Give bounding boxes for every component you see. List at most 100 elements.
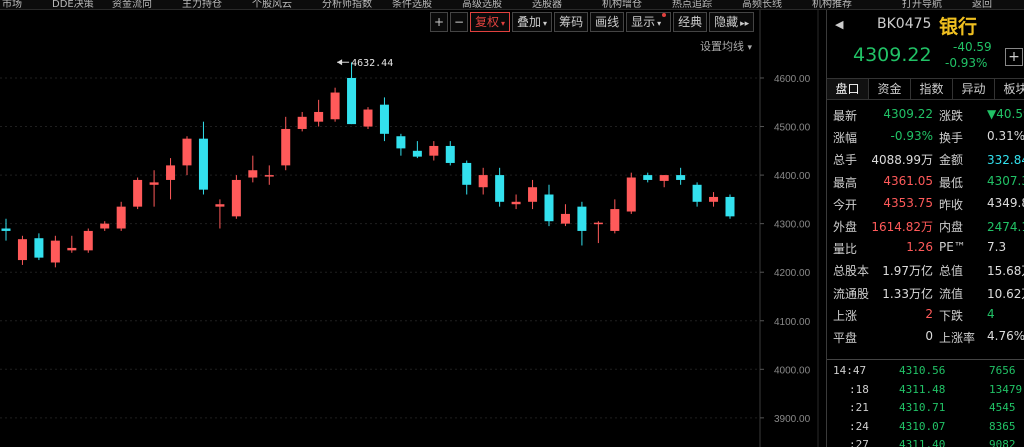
tick-price: 4311.40: [899, 438, 946, 447]
tab-movement[interactable]: 异动: [953, 79, 995, 99]
tab-index[interactable]: 指数: [911, 79, 953, 99]
field-label: 上涨率: [939, 331, 976, 345]
back-arrow-icon[interactable]: ◀: [835, 18, 843, 31]
field-value: ▼40.59: [987, 107, 1024, 121]
quote-field-row: 最新 4309.22 涨跌 ▼40.59: [827, 104, 1024, 126]
tick-row: :24 4310.07 8365: [827, 420, 1024, 436]
candle-down: [495, 175, 505, 202]
display-label: 显示: [631, 15, 656, 29]
field-label: 下跌: [939, 308, 964, 323]
chevron-down-icon: ▾: [501, 19, 506, 28]
candle-up: [363, 109, 373, 127]
candle-up: [182, 138, 192, 166]
top-nav-item[interactable]: 高级选股: [462, 0, 502, 9]
candlestick-chart[interactable]: 3900.00 4000.00 4100.00 4200.00 4300.00 4400.…: [0, 10, 825, 447]
field-value: 4307.33: [987, 173, 1024, 188]
index-change-pct: -0.93%: [945, 56, 988, 70]
field-value: 1.26: [906, 240, 933, 255]
field-label: 总值: [939, 264, 964, 279]
field-label: 金额: [939, 153, 964, 168]
tick-volume: 9082: [989, 438, 1016, 447]
quote-field-row: 量比 1.26 PE™ 7.3: [827, 237, 1024, 259]
field-label: 涨跌: [939, 109, 964, 123]
tick-row: :27 4311.40 9082: [827, 438, 1024, 447]
top-nav-item[interactable]: 打开导航: [902, 0, 942, 9]
candle-down: [412, 150, 422, 157]
zoom-out-button[interactable]: −: [450, 12, 468, 32]
candle-up: [560, 213, 570, 224]
top-nav-item[interactable]: 选股器: [532, 0, 562, 9]
top-nav-item[interactable]: 资金流向: [112, 0, 152, 9]
field-value: 2: [925, 306, 933, 321]
field-label: 最高: [833, 175, 858, 190]
tick-time: :24: [849, 419, 869, 433]
tab-funds[interactable]: 资金: [869, 79, 911, 99]
field-label: 涨幅: [833, 131, 858, 146]
notification-dot-icon: [662, 13, 667, 17]
y-tick-label: 4000.00: [774, 365, 811, 376]
chips-button[interactable]: 筹码: [554, 12, 589, 32]
field-label: PE™: [939, 240, 966, 255]
classic-button[interactable]: 经典: [673, 12, 708, 32]
field-value: 4309.22: [883, 107, 933, 121]
tab-sector[interactable]: 板块: [995, 79, 1024, 99]
field-label: 流值: [939, 286, 964, 301]
index-change: -40.59: [953, 40, 992, 54]
max-price-label: 4632.44: [351, 58, 393, 69]
double-chevron-right-icon: ▸▸: [740, 19, 750, 29]
tick-price: 4310.56: [899, 364, 946, 377]
field-label: 换手: [939, 131, 964, 146]
field-value: 332.84亿: [987, 153, 1024, 168]
candle-down: [379, 104, 389, 134]
top-nav-item[interactable]: 机构增仓: [602, 0, 642, 9]
top-nav-item[interactable]: 返回: [972, 0, 992, 9]
candle-up: [83, 230, 93, 251]
adjust-price-label: 复权: [475, 15, 500, 29]
zoom-in-button[interactable]: +: [430, 12, 448, 32]
top-nav-item[interactable]: 分析师指数: [322, 0, 372, 9]
candle-up: [511, 201, 521, 205]
field-label: 昨收: [939, 197, 964, 212]
y-tick-label: 4300.00: [774, 220, 811, 231]
top-nav-item[interactable]: DDE决策: [52, 0, 94, 9]
tick-time: :18: [849, 382, 869, 396]
candle-up: [231, 179, 241, 217]
field-label: 内盘: [939, 220, 964, 234]
tab-handicap[interactable]: 盘口: [827, 79, 869, 99]
display-dropdown[interactable]: 显示 ▾: [626, 12, 672, 32]
top-nav-item[interactable]: 个股风云: [252, 0, 292, 9]
index-code: BK0475: [877, 16, 932, 32]
top-nav-item[interactable]: 市场: [2, 0, 22, 9]
field-label: 最新: [833, 109, 858, 123]
field-value: 15.68万亿: [987, 264, 1024, 279]
add-to-watchlist-button[interactable]: +: [1005, 48, 1023, 66]
top-nav-item[interactable]: 机构推荐: [812, 0, 852, 9]
hide-label: 隐藏: [714, 15, 739, 29]
y-tick-label: 4200.00: [774, 268, 811, 279]
draw-line-button[interactable]: 画线: [590, 12, 625, 32]
chevron-down-icon: ▾: [747, 43, 753, 53]
field-value: 4.76%: [987, 329, 1024, 343]
field-value: 2474.17万: [987, 220, 1024, 234]
field-label: 最低: [939, 175, 964, 190]
candle-up: [478, 175, 488, 188]
candle-down: [676, 175, 686, 180]
top-nav-item[interactable]: 条件选股: [392, 0, 432, 9]
tick-volume: 7656: [989, 364, 1016, 377]
tick-price: 4311.48: [899, 382, 946, 396]
top-nav-item[interactable]: 主力持仓: [182, 0, 222, 9]
tick-volume: 13479: [989, 382, 1023, 396]
index-price: 4309.22: [853, 44, 932, 66]
set-moving-average-button[interactable]: 设置均线 ▾: [700, 38, 752, 54]
adjust-price-dropdown[interactable]: 复权 ▾: [470, 12, 511, 32]
tick-time: :21: [849, 401, 869, 414]
overlay-dropdown[interactable]: 叠加 ▾: [512, 12, 553, 32]
field-value: 4349.81: [987, 195, 1024, 210]
candle-up: [248, 170, 258, 178]
y-tick-label: 4400.00: [774, 171, 811, 182]
tick-row: :18 4311.48 13479: [827, 383, 1024, 399]
candle-up: [17, 239, 27, 261]
hide-panel-button[interactable]: 隐藏 ▸▸: [709, 12, 755, 32]
top-nav-item[interactable]: 高频长线: [742, 0, 782, 9]
top-nav-item[interactable]: 热点追踪: [672, 0, 712, 9]
